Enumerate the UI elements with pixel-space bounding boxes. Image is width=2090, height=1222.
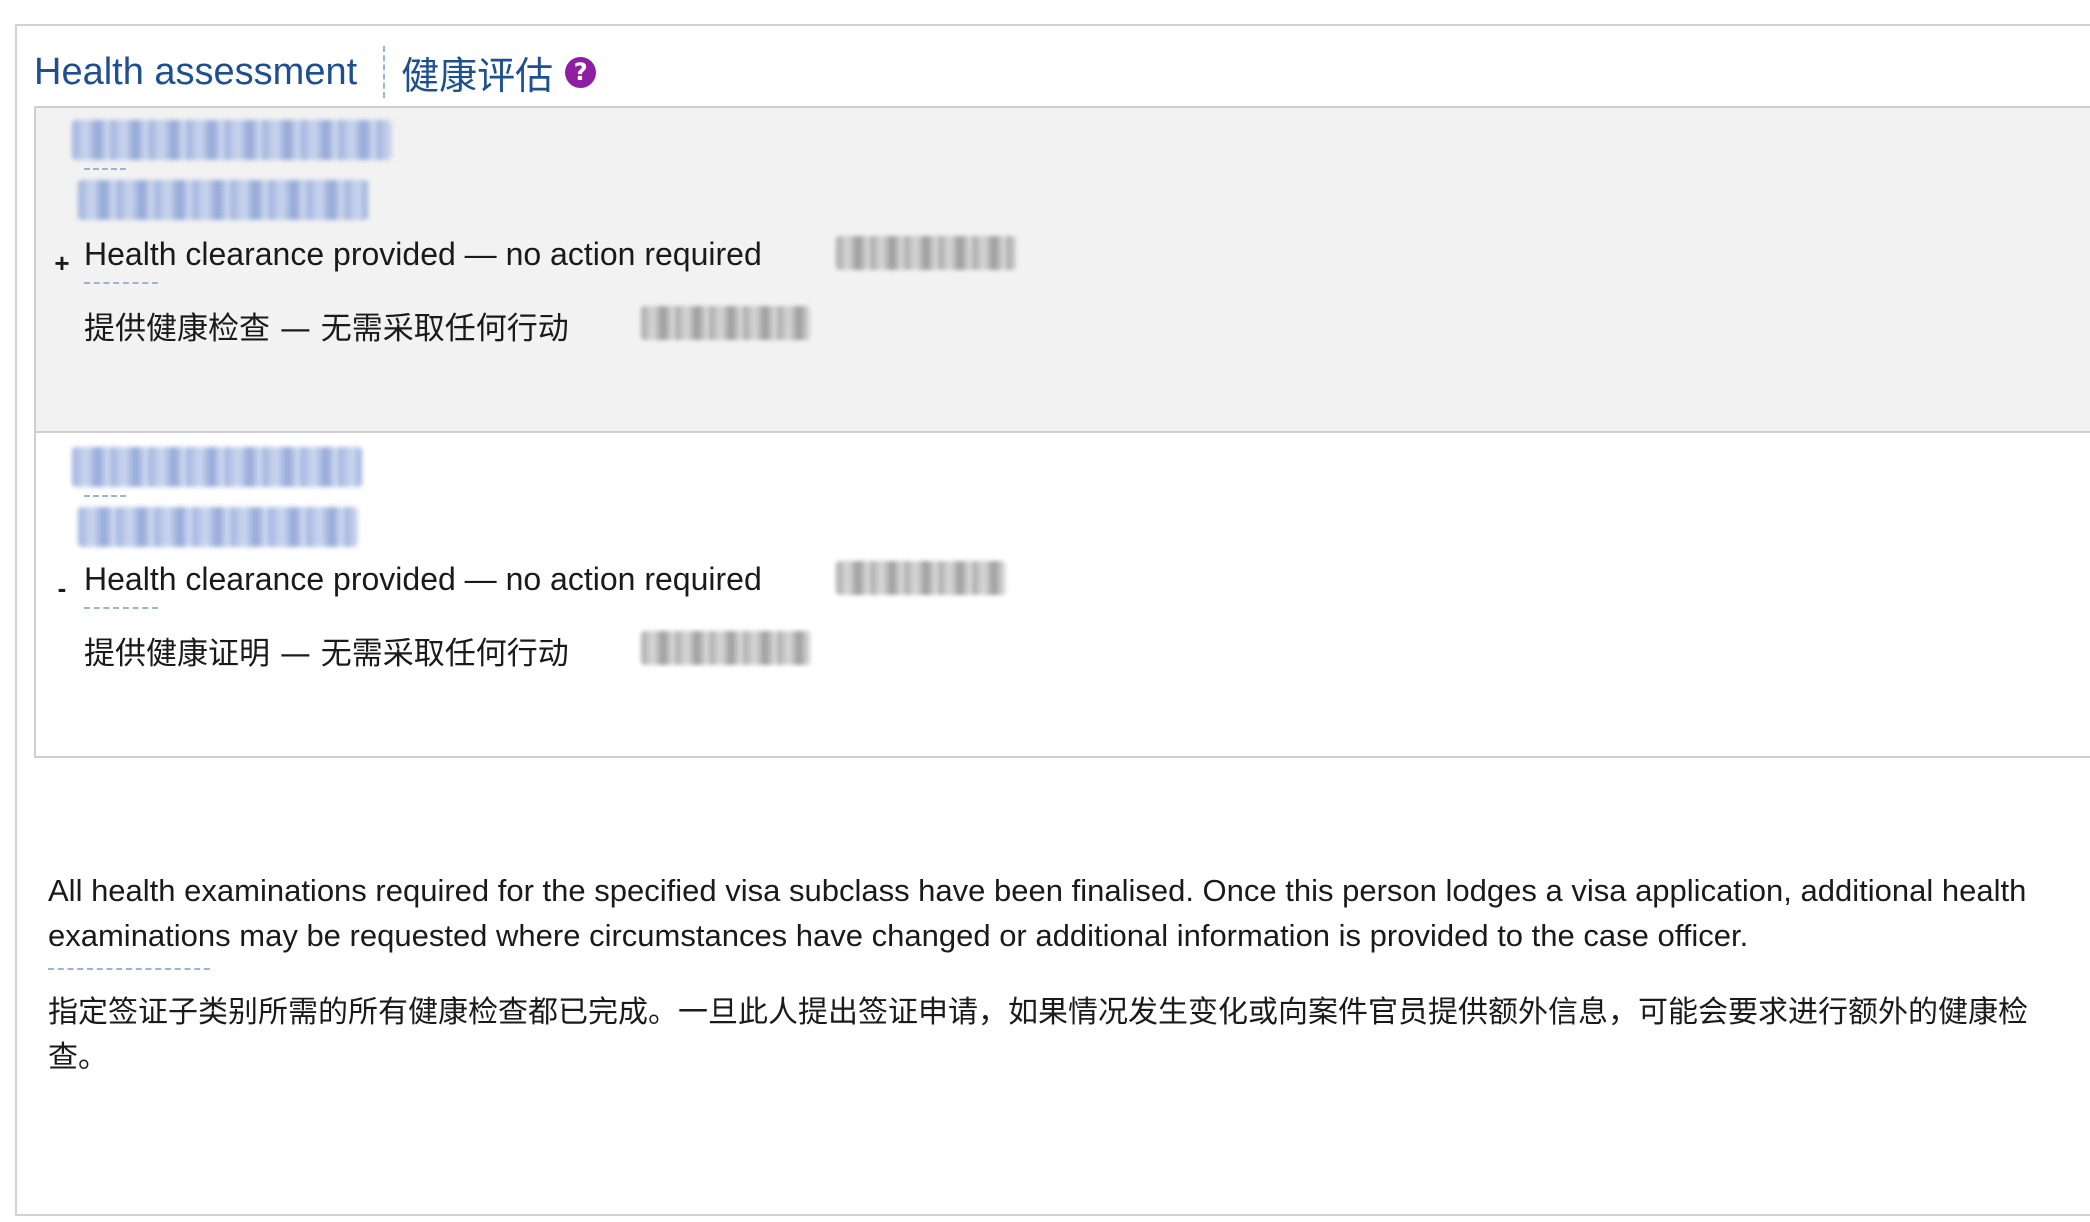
- dashed-divider: [48, 968, 210, 970]
- redacted-date: [641, 306, 811, 340]
- redacted-id: [78, 507, 358, 547]
- redacted-date: [836, 561, 1006, 595]
- status-text-en: Health clearance provided — no action re…: [84, 236, 762, 272]
- dashed-divider: [84, 168, 126, 170]
- redacted-id: [78, 180, 368, 220]
- dashed-divider: [84, 495, 126, 497]
- note-text-en: All health examinations required for the…: [48, 873, 2027, 953]
- health-record-row[interactable]: + Health clearance provided — no action …: [36, 108, 2090, 433]
- status-text-zh: 提供健康检查 — 无需采取任何行动: [84, 311, 569, 347]
- help-icon[interactable]: ?: [565, 56, 597, 88]
- title-divider: [383, 46, 386, 98]
- redacted-name: [72, 447, 362, 487]
- dashed-divider: [84, 607, 158, 609]
- page-title-zh: 健康评估: [401, 53, 554, 98]
- dashed-divider: [84, 282, 158, 284]
- health-record-list: + Health clearance provided — no action …: [34, 106, 2090, 758]
- page-title-en: Health assessment: [34, 50, 358, 93]
- panel-header: Health assessment 健康评估 ?: [34, 42, 597, 102]
- health-assessment-panel: Health assessment 健康评估 ? + Health cleara…: [15, 24, 2090, 1216]
- health-record-row[interactable]: - Health clearance provided — no action …: [36, 433, 2090, 758]
- expand-icon[interactable]: +: [52, 250, 72, 276]
- redacted-date: [641, 631, 811, 665]
- collapse-icon[interactable]: -: [52, 575, 72, 601]
- redacted-date: [836, 236, 1016, 270]
- status-text-en: Health clearance provided — no action re…: [84, 561, 762, 597]
- note-text-zh: 指定签证子类别所需的所有健康检查都已完成。一旦此人提出签证申请，如果情况发生变化…: [48, 995, 2028, 1075]
- assessment-note: All health examinations required for the…: [48, 868, 2078, 1080]
- status-text-zh: 提供健康证明 — 无需采取任何行动: [84, 636, 569, 672]
- redacted-name: [72, 120, 392, 160]
